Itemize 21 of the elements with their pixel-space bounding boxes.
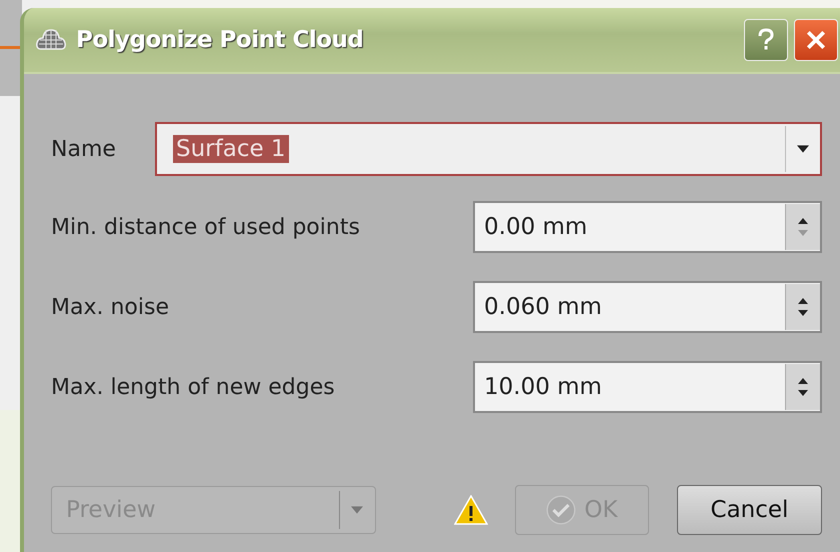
close-icon	[805, 29, 827, 51]
spin-box[interactable]: 10.00 mm	[473, 361, 822, 413]
field-label: Min. distance of used points	[51, 214, 361, 240]
cancel-button[interactable]: Cancel	[677, 485, 822, 535]
name-combo-box[interactable]: Surface 1	[155, 122, 822, 176]
caret-icon	[797, 145, 809, 153]
check-icon	[546, 495, 576, 525]
spin-box[interactable]: 0.060 mm	[473, 281, 822, 333]
cloud-icon	[36, 27, 66, 53]
up-arrow-icon	[798, 298, 808, 304]
field-label: Name	[51, 136, 117, 162]
spin-box[interactable]: 0.00 mm	[473, 201, 822, 253]
question-mark-icon	[756, 28, 776, 52]
caret-icon	[351, 506, 363, 514]
help-button[interactable]	[744, 19, 788, 61]
up-arrow-icon	[798, 218, 808, 224]
field-label: Max. noise	[51, 294, 170, 320]
up-arrow-icon	[798, 378, 808, 384]
close-button[interactable]	[794, 19, 838, 61]
window-title: Polygonize Point Cloud	[76, 27, 364, 53]
field-label: Max. length of new edges	[51, 374, 336, 400]
